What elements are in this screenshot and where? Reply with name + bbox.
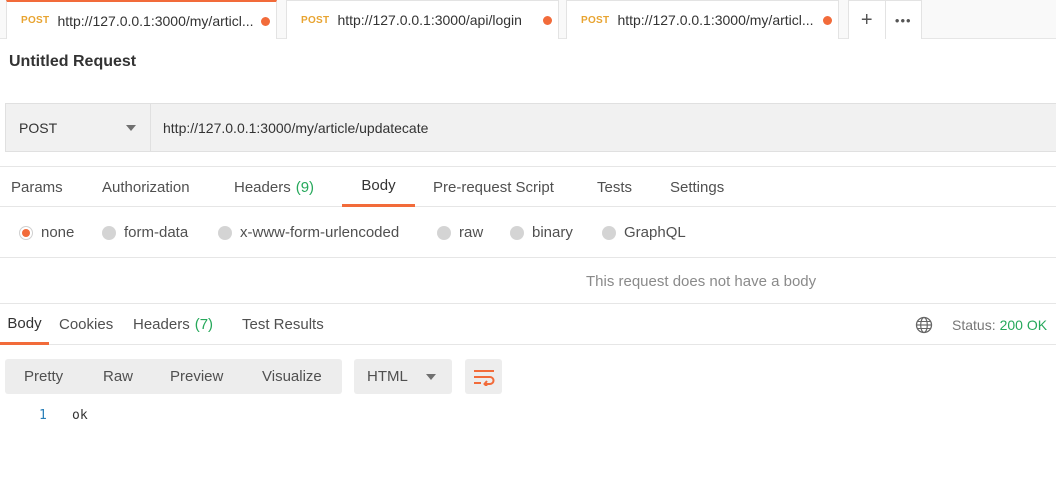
line-number: 1 (39, 408, 47, 423)
request-tab-bar: POST http://127.0.0.1:3000/my/articl... … (0, 0, 1056, 39)
tab-label: Settings (670, 178, 725, 196)
body-type-graphql[interactable]: GraphQL (602, 224, 686, 241)
request-title[interactable]: Untitled Request (9, 53, 136, 71)
body-type-form-data[interactable]: form-data (102, 224, 188, 241)
response-status: Status: 200 OK (952, 317, 1047, 333)
tab-label: Authorization (102, 178, 190, 196)
body-type-none[interactable]: none (19, 224, 74, 241)
tab-label: Cookies (59, 316, 114, 333)
response-tab-cookies[interactable]: Cookies (59, 304, 113, 345)
tab-method: POST (581, 14, 610, 26)
more-icon: ••• (894, 12, 912, 28)
url-input[interactable]: http://127.0.0.1:3000/my/article/updatec… (151, 104, 1056, 151)
view-pretty-button[interactable]: Pretty (24, 368, 63, 385)
radio-icon (510, 225, 524, 240)
tab-headers[interactable]: Headers (9) (234, 167, 314, 207)
body-type-options: none form-data x-www-form-urlencoded raw… (0, 208, 1056, 258)
tab-label: Body (361, 177, 396, 194)
globe-icon[interactable] (915, 316, 933, 334)
radio-label: raw (459, 224, 484, 241)
radio-label: none (41, 224, 75, 241)
radio-icon (102, 225, 116, 240)
format-select[interactable]: HTML (354, 359, 452, 394)
radio-icon (19, 225, 33, 240)
chevron-down-icon (426, 374, 436, 380)
unsaved-dot-icon (261, 17, 270, 26)
response-tab-body[interactable]: Body (0, 304, 49, 345)
unsaved-dot-icon (823, 16, 832, 25)
tab-authorization[interactable]: Authorization (102, 167, 190, 207)
url-bar: POST http://127.0.0.1:3000/my/article/up… (5, 103, 1056, 152)
view-preview-button[interactable]: Preview (170, 368, 223, 385)
headers-count: (9) (295, 178, 315, 196)
tab-label: Test Results (242, 316, 324, 333)
radio-label: x-www-form-urlencoded (240, 224, 400, 241)
tab-label: Params (11, 178, 63, 196)
request-tabs: Params Authorization Headers (9) Body Pr… (0, 166, 1056, 207)
tab-settings[interactable]: Settings (670, 167, 724, 207)
request-tab-1[interactable]: POST http://127.0.0.1:3000/my/articl... (6, 0, 277, 39)
view-visualize-button[interactable]: Visualize (262, 368, 322, 385)
tab-params[interactable]: Params (11, 167, 63, 207)
status-label: Status: (952, 317, 996, 333)
request-tab-2[interactable]: POST http://127.0.0.1:3000/api/login (286, 0, 559, 39)
radio-icon (218, 225, 232, 240)
response-tabs: Body Cookies Headers (7) Test Results St… (0, 303, 1056, 345)
view-mode-group: Pretty Raw Preview Visualize (5, 359, 342, 394)
unsaved-dot-icon (543, 16, 552, 25)
format-value: HTML (367, 368, 408, 385)
wrap-icon (473, 369, 494, 386)
status-value[interactable]: 200 OK (1000, 317, 1047, 333)
wrap-lines-button[interactable] (465, 359, 502, 394)
plus-icon: + (860, 8, 873, 31)
tab-pre-request-script[interactable]: Pre-request Script (433, 167, 554, 207)
radio-label: GraphQL (624, 224, 686, 241)
tab-label: Pre-request Script (433, 178, 554, 196)
headers-count: (7) (194, 316, 214, 333)
method-value: POST (19, 119, 58, 136)
chevron-down-icon (126, 125, 136, 131)
radio-label: binary (532, 224, 573, 241)
tab-tests[interactable]: Tests (597, 167, 632, 207)
tab-method: POST (301, 14, 330, 26)
tab-label: Body (7, 314, 42, 332)
tab-url: http://127.0.0.1:3000/my/articl... (617, 12, 814, 28)
tab-label: Tests (597, 178, 633, 196)
body-type-raw[interactable]: raw (437, 224, 483, 241)
body-type-binary[interactable]: binary (510, 224, 573, 241)
response-tab-test-results[interactable]: Test Results (242, 304, 324, 345)
code-line: ok (72, 408, 88, 423)
tab-actions: + ••• (848, 0, 922, 39)
new-tab-button[interactable]: + (849, 1, 885, 39)
radio-icon (437, 225, 451, 240)
tab-body[interactable]: Body (342, 167, 415, 207)
tab-method: POST (21, 15, 50, 26)
view-raw-button[interactable]: Raw (103, 368, 133, 385)
more-tabs-button[interactable]: ••• (885, 1, 921, 39)
radio-icon (602, 225, 616, 240)
tab-label: Headers (234, 178, 291, 196)
radio-label: form-data (124, 224, 189, 241)
tab-label: Headers (133, 316, 190, 333)
no-body-message: This request does not have a body (586, 273, 817, 290)
tab-url: http://127.0.0.1:3000/my/articl... (57, 12, 254, 29)
tab-url: http://127.0.0.1:3000/api/login (337, 12, 522, 28)
body-type-urlencoded[interactable]: x-www-form-urlencoded (218, 224, 399, 241)
response-tab-headers[interactable]: Headers (7) (133, 304, 213, 345)
method-select[interactable]: POST (6, 104, 151, 151)
request-tab-3[interactable]: POST http://127.0.0.1:3000/my/articl... (566, 0, 839, 39)
